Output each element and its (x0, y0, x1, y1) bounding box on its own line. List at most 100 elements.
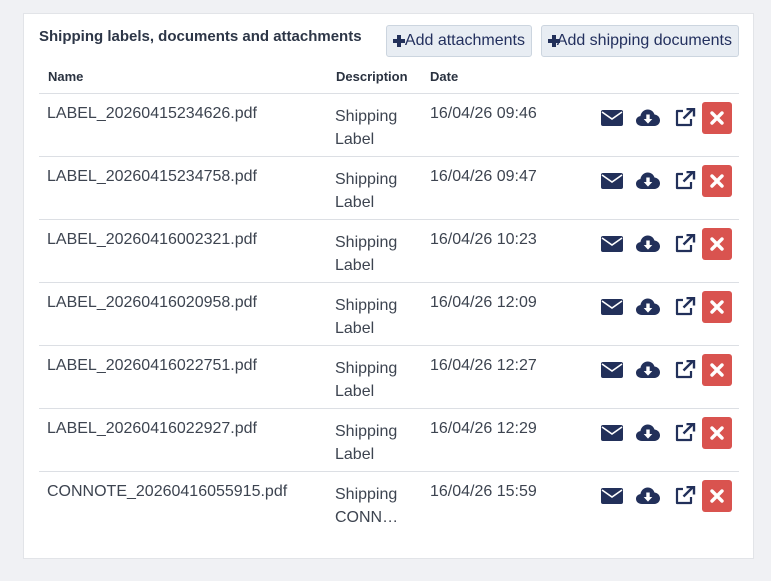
add-attachments-label: Add attachments (404, 32, 525, 49)
external-link-icon (675, 108, 696, 127)
plus-icon (547, 34, 560, 48)
close-icon (710, 363, 724, 377)
open-external-button[interactable] (670, 480, 700, 512)
external-link-icon (675, 171, 696, 190)
delete-button[interactable] (702, 354, 732, 386)
description-line-2: Label (335, 131, 375, 148)
envelope-icon (601, 299, 623, 315)
row-actions (597, 417, 739, 449)
delete-button[interactable] (702, 102, 732, 134)
envelope-icon (601, 173, 623, 189)
delete-button[interactable] (702, 417, 732, 449)
cloud-download-icon (636, 172, 660, 189)
description-line-1: Shipping (335, 423, 398, 440)
open-external-button[interactable] (670, 165, 700, 197)
file-date: 16/04/26 09:46 (430, 105, 537, 122)
delete-button[interactable] (702, 228, 732, 260)
file-date: 16/04/26 15:59 (430, 483, 537, 500)
description-line-2: CONNOTE (335, 509, 409, 526)
download-button[interactable] (633, 291, 663, 323)
cloud-download-icon (636, 361, 660, 378)
file-date: 16/04/26 10:23 (430, 231, 537, 248)
close-icon (710, 111, 724, 125)
file-description: Shipping Label (335, 231, 405, 277)
email-button[interactable] (597, 354, 627, 386)
description-line-1: Shipping (335, 171, 398, 188)
add-attachments-button[interactable]: Add attachments (386, 25, 532, 57)
external-link-icon (675, 297, 696, 316)
cloud-download-icon (636, 109, 660, 126)
add-shipping-documents-button[interactable]: Add shipping documents (541, 25, 739, 57)
close-icon (710, 426, 724, 440)
email-button[interactable] (597, 291, 627, 323)
email-button[interactable] (597, 417, 627, 449)
email-button[interactable] (597, 480, 627, 512)
delete-button[interactable] (702, 480, 732, 512)
file-description: Shipping Label (335, 357, 405, 403)
description-line-2: Label (335, 257, 375, 274)
open-external-button[interactable] (670, 228, 700, 260)
description-line-1: Shipping (335, 360, 398, 377)
close-icon (710, 300, 724, 314)
download-button[interactable] (633, 480, 663, 512)
delete-button[interactable] (702, 165, 732, 197)
download-button[interactable] (633, 102, 663, 134)
open-external-button[interactable] (670, 102, 700, 134)
description-line-1: Shipping (335, 486, 398, 503)
row-actions (597, 165, 739, 197)
plus-icon (392, 34, 405, 48)
row-actions (597, 480, 739, 512)
envelope-icon (601, 425, 623, 441)
column-header-date: Date (430, 69, 459, 84)
close-icon (710, 237, 724, 251)
table-row: LABEL_20260416022751.pdf Shipping Label … (39, 346, 739, 409)
envelope-icon (601, 110, 623, 126)
download-button[interactable] (633, 417, 663, 449)
open-external-button[interactable] (670, 354, 700, 386)
download-button[interactable] (633, 165, 663, 197)
file-description: Shipping Label (335, 105, 405, 151)
table-header: Name Description Date (39, 64, 739, 94)
description-line-2: Label (335, 383, 375, 400)
email-button[interactable] (597, 102, 627, 134)
file-name: LABEL_20260416022927.pdf (47, 420, 257, 437)
table-row: CONNOTE_20260416055915.pdf Shipping CONN… (39, 472, 739, 535)
file-description: Shipping Label (335, 168, 405, 214)
table-row: LABEL_20260415234758.pdf Shipping Label … (39, 157, 739, 220)
email-button[interactable] (597, 165, 627, 197)
download-button[interactable] (633, 354, 663, 386)
file-name: LABEL_20260416002321.pdf (47, 231, 257, 248)
close-icon (710, 489, 724, 503)
panel-title: Shipping labels, documents and attachmen… (39, 28, 362, 45)
open-external-button[interactable] (670, 417, 700, 449)
delete-button[interactable] (702, 291, 732, 323)
open-external-button[interactable] (670, 291, 700, 323)
add-shipping-documents-label: Add shipping documents (556, 32, 732, 49)
close-icon (710, 174, 724, 188)
envelope-icon (601, 362, 623, 378)
external-link-icon (675, 234, 696, 253)
external-link-icon (675, 486, 696, 505)
row-actions (597, 354, 739, 386)
external-link-icon (675, 423, 696, 442)
description-line-2: Label (335, 194, 375, 211)
row-actions (597, 102, 739, 134)
file-date: 16/04/26 12:09 (430, 294, 537, 311)
row-actions (597, 291, 739, 323)
table-row: LABEL_20260416020958.pdf Shipping Label … (39, 283, 739, 346)
file-description: Shipping Label (335, 420, 405, 466)
table-row: LABEL_20260415234626.pdf Shipping Label … (39, 94, 739, 157)
file-date: 16/04/26 12:29 (430, 420, 537, 437)
file-description: Shipping Label (335, 294, 405, 340)
download-button[interactable] (633, 228, 663, 260)
cloud-download-icon (636, 235, 660, 252)
file-name: LABEL_20260415234626.pdf (47, 105, 257, 122)
cloud-download-icon (636, 487, 660, 504)
cloud-download-icon (636, 424, 660, 441)
description-line-1: Shipping (335, 108, 398, 125)
column-header-name: Name (48, 69, 84, 84)
envelope-icon (601, 488, 623, 504)
table-row: LABEL_20260416002321.pdf Shipping Label … (39, 220, 739, 283)
email-button[interactable] (597, 228, 627, 260)
cloud-download-icon (636, 298, 660, 315)
